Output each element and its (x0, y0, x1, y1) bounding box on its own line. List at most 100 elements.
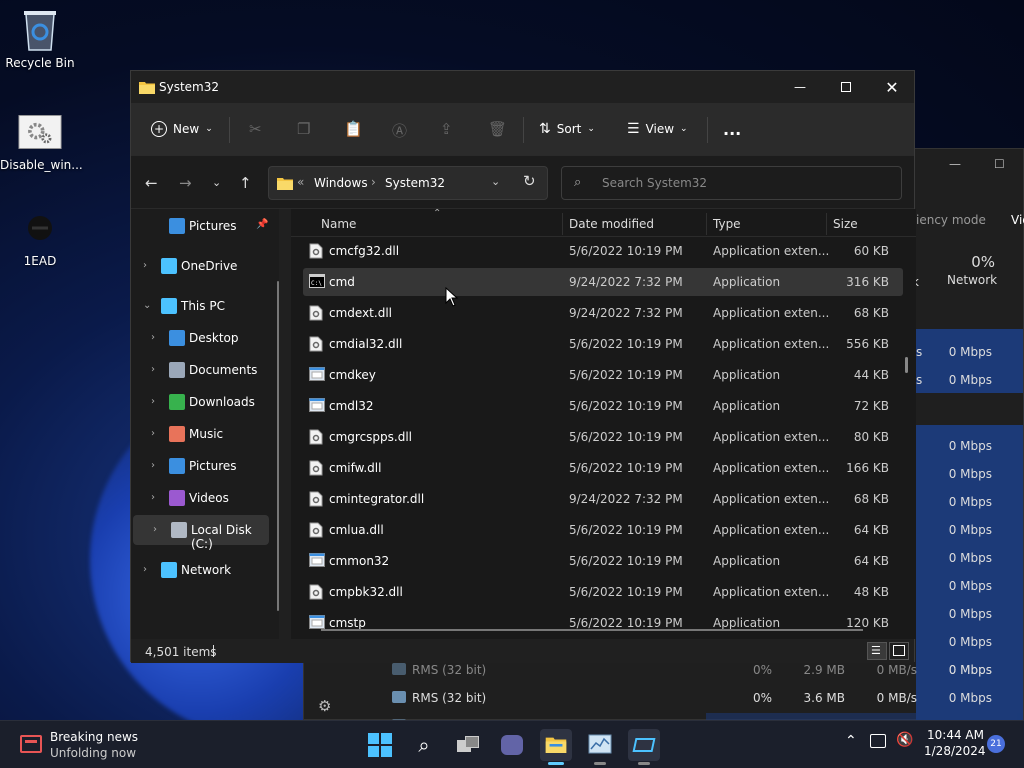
chevron-right-icon[interactable]: › (143, 260, 147, 271)
task-manager-taskbar-button[interactable] (584, 729, 616, 765)
nav-item-network[interactable]: › Network (131, 555, 279, 585)
file-size: 166 KB (846, 461, 889, 475)
chevron-right-icon[interactable]: › (143, 564, 147, 575)
recycle-bin-icon (18, 8, 62, 52)
new-button[interactable]: + New ⌄ (151, 115, 213, 143)
search-box[interactable]: ⌕ Search System32 (561, 166, 902, 200)
maximize-icon[interactable]: ☐ (994, 157, 1005, 171)
desktop-icon-1ead[interactable]: 1EAD (0, 206, 80, 268)
file-row[interactable]: cmmon32 5/6/2022 10:19 PM Application 64 KB (303, 547, 903, 575)
column-header-date[interactable]: Date modified (569, 217, 654, 231)
cut-icon[interactable]: ✂ (249, 120, 262, 138)
file-row[interactable]: cmlua.dll 5/6/2022 10:19 PM Application ex… (303, 516, 903, 544)
rename-icon[interactable]: Ⓐ (392, 120, 407, 141)
chevron-right-icon[interactable]: › (151, 428, 155, 439)
file-row[interactable]: cmgrcspps.dll 5/6/2022 10:19 PM Applicatio… (303, 423, 903, 451)
navigation-scrollbar[interactable] (277, 281, 279, 611)
address-dropdown-icon[interactable]: ⌄ (491, 175, 500, 188)
share-icon[interactable]: ⇪ (440, 120, 453, 138)
nav-item-music[interactable]: › Music (131, 419, 279, 449)
tiles-view-button[interactable] (889, 642, 909, 660)
desktop-icon-recycle-bin[interactable]: Recycle Bin (0, 8, 80, 70)
efficiency-mode-label[interactable]: iency mode (916, 213, 986, 227)
network-value: 0 Mbps (948, 523, 992, 537)
paste-icon[interactable]: 📋 (344, 120, 363, 138)
file-row[interactable]: C:\ cmd 9/24/2022 7:32 PM Application 316 KB (303, 268, 903, 296)
column-header-size[interactable]: Size (833, 217, 858, 231)
file-row[interactable]: cmdext.dll 9/24/2022 7:32 PM Application e… (303, 299, 903, 327)
up-button[interactable]: ↑ (239, 174, 252, 192)
nav-item-pictures[interactable]: › Pictures (131, 451, 279, 481)
recent-locations-button[interactable]: ⌄ (212, 176, 221, 189)
show-hidden-icons-button[interactable]: ⌃ (845, 733, 857, 749)
start-button[interactable] (364, 729, 396, 761)
file-list-scrollbar[interactable] (905, 357, 908, 373)
column-header-type[interactable]: Type (713, 217, 741, 231)
nav-item-downloads[interactable]: › Downloads (131, 387, 279, 417)
forward-button[interactable]: → (179, 174, 192, 192)
file-row[interactable]: cmifw.dll 5/6/2022 10:19 PM Application ex… (303, 454, 903, 482)
file-row[interactable]: cmdl32 5/6/2022 10:19 PM Application 72 KB (303, 392, 903, 420)
process-row[interactable]: RMS (32 bit) 0% 3.6 MB 0 MB/s 0 Mbps (304, 685, 1023, 713)
app-taskbar-button[interactable] (628, 729, 660, 765)
news-widget[interactable]: Breaking news Unfolding now (16, 729, 146, 761)
file-explorer-window[interactable]: System32 — ✕ + New ⌄ ✂ ❐ 📋 Ⓐ ⇪ 🗑 ⇅ Sort … (130, 70, 916, 663)
network-column-header[interactable]: 0% Network (947, 253, 997, 287)
delete-icon[interactable]: 🗑 (488, 120, 507, 138)
clock[interactable]: 10:44 AM 1/28/2024 (924, 728, 986, 758)
volume-muted-icon[interactable]: 🔇 (896, 732, 913, 748)
column-divider[interactable] (562, 213, 563, 235)
chevron-right-icon[interactable]: › (151, 396, 155, 407)
task-view-button[interactable] (452, 729, 484, 761)
chevron-right-icon[interactable]: › (151, 364, 155, 375)
nav-item-label: This PC (181, 299, 225, 313)
breadcrumb-system32[interactable]: System32 (385, 176, 445, 190)
address-bar[interactable]: « Windows › System32 ⌄ (268, 166, 548, 200)
column-header-name[interactable]: Name (321, 217, 356, 231)
chevron-right-icon[interactable]: › (153, 524, 157, 535)
maximize-button[interactable] (823, 71, 869, 103)
refresh-button[interactable]: ↻ (523, 172, 536, 190)
settings-gear-icon[interactable]: ⚙ (318, 697, 331, 715)
horizontal-scrollbar[interactable] (321, 629, 863, 631)
plus-circle-icon: + (151, 121, 167, 137)
details-view-button[interactable]: ☰ (867, 642, 887, 660)
nav-item-local-disk-c[interactable]: › Local Disk (C:) (133, 515, 269, 551)
desktop-icon-disable-win[interactable]: Disable_win... (0, 110, 83, 172)
network-icon[interactable] (870, 734, 886, 748)
file-explorer-taskbar-button[interactable] (540, 729, 572, 765)
network-value: 0 Mbps (948, 551, 992, 565)
search-button[interactable]: ⌕ (408, 729, 440, 761)
file-row[interactable]: cmdial32.dll 5/6/2022 10:19 PM Application… (303, 330, 903, 358)
file-row[interactable]: cmstp 5/6/2022 10:19 PM Application 120 KB (303, 609, 903, 637)
minimize-icon[interactable]: — (949, 157, 961, 171)
chevron-down-icon[interactable]: ⌄ (143, 300, 151, 311)
view-menu-label[interactable]: Vie (1011, 213, 1024, 227)
chevron-right-icon[interactable]: › (151, 492, 155, 503)
notification-badge[interactable]: 21 (987, 735, 1005, 753)
back-button[interactable]: ← (145, 174, 158, 192)
nav-item-pictures[interactable]: Pictures 📌 (131, 211, 279, 241)
see-more-button[interactable]: ... (723, 115, 741, 143)
breadcrumb-overflow[interactable]: « (297, 175, 304, 189)
minimize-button[interactable]: — (777, 71, 823, 103)
breadcrumb-windows[interactable]: Windows (314, 176, 368, 190)
view-button[interactable]: ☰ View ⌄ (627, 115, 688, 143)
teams-chat-button[interactable] (496, 729, 528, 761)
nav-item-this-pc[interactable]: ⌄ This PC (131, 291, 279, 321)
copy-icon[interactable]: ❐ (297, 120, 310, 138)
file-row[interactable]: cmintegrator.dll 9/24/2022 7:32 PM Applica… (303, 485, 903, 513)
column-divider[interactable] (706, 213, 707, 235)
nav-item-videos[interactable]: › Videos (131, 483, 279, 513)
sort-button[interactable]: ⇅ Sort ⌄ (539, 115, 595, 143)
file-row[interactable]: cmcfg32.dll 5/6/2022 10:19 PM Application … (303, 237, 903, 265)
file-row[interactable]: cmdkey 5/6/2022 10:19 PM Application 44 KB (303, 361, 903, 389)
file-row[interactable]: cmpbk32.dll 5/6/2022 10:19 PM Application … (303, 578, 903, 606)
nav-item-documents[interactable]: › Documents (131, 355, 279, 385)
nav-item-desktop[interactable]: › Desktop (131, 323, 279, 353)
column-divider[interactable] (826, 213, 827, 235)
nav-item-onedrive[interactable]: › OneDrive (131, 251, 279, 281)
close-button[interactable]: ✕ (869, 71, 915, 103)
chevron-right-icon[interactable]: › (151, 460, 155, 471)
chevron-right-icon[interactable]: › (151, 332, 155, 343)
